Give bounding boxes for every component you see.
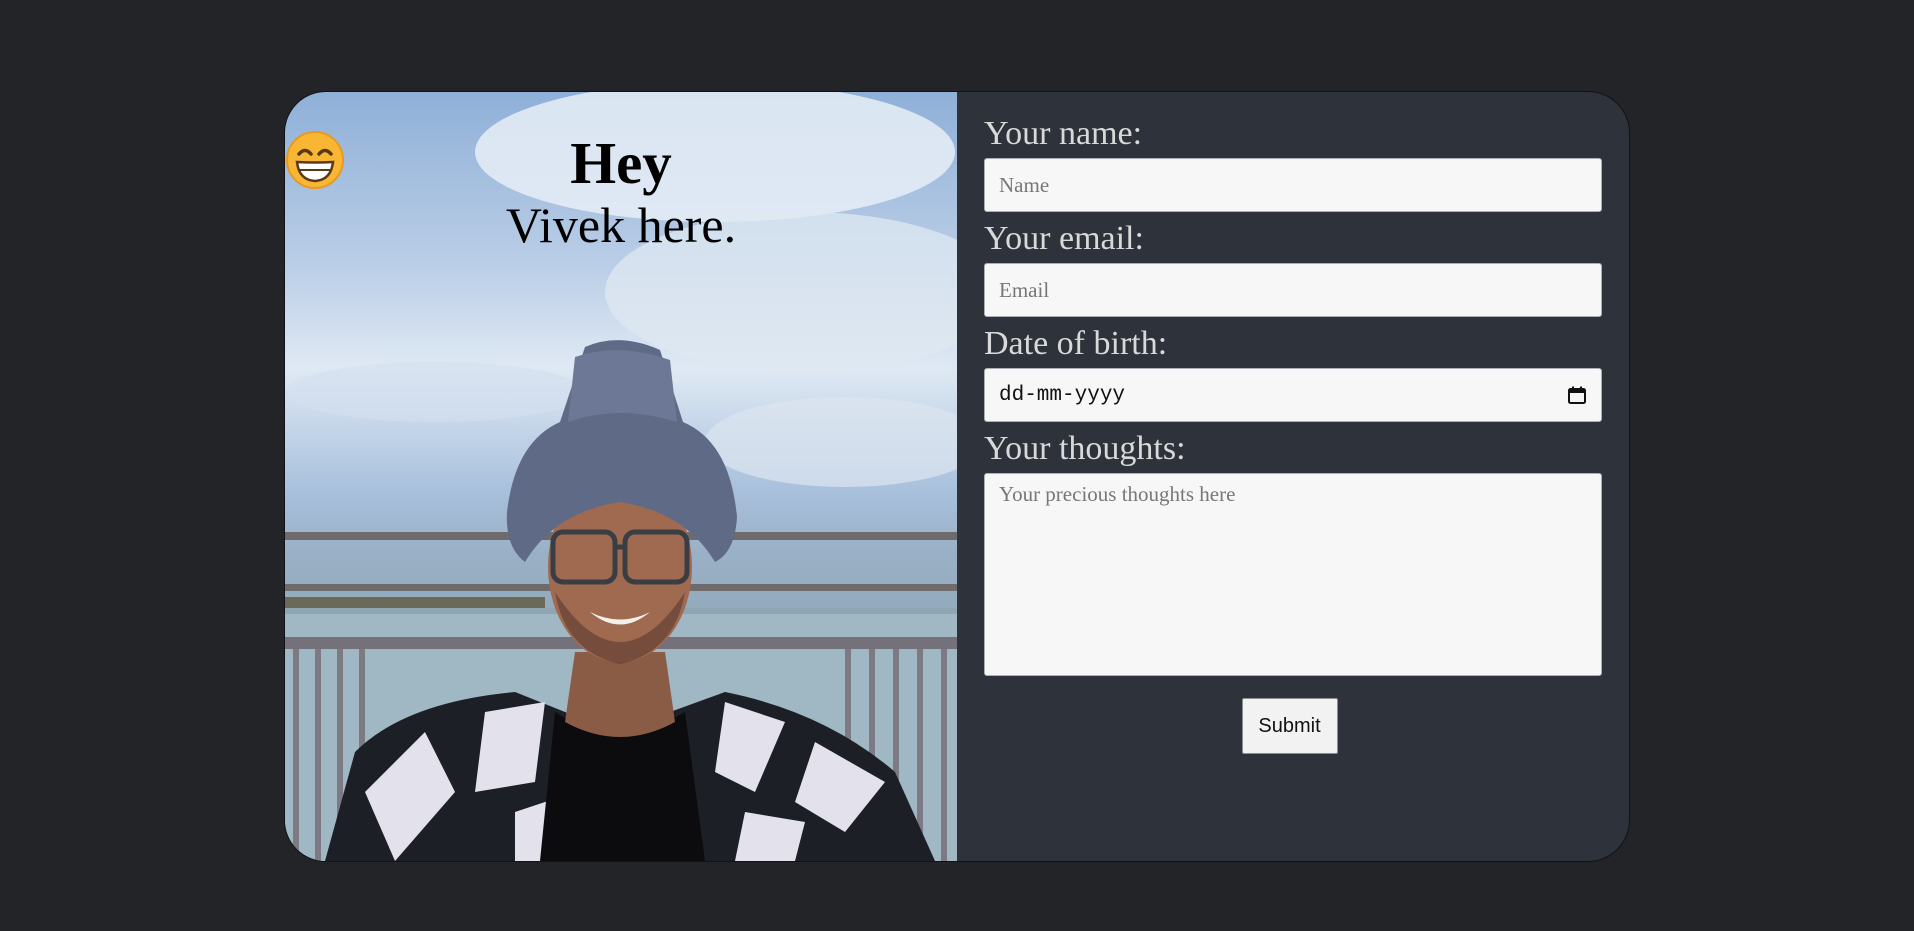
email-placeholder: Email bbox=[999, 277, 1050, 302]
email-input[interactable]: Email bbox=[984, 263, 1602, 317]
name-placeholder: Name bbox=[999, 172, 1050, 197]
dob-placeholder: dd-mm-yyyy bbox=[999, 383, 1126, 407]
submit-button[interactable]: Submit bbox=[1241, 698, 1338, 754]
greeting: Hey Vivek here. bbox=[285, 130, 957, 254]
dob-input[interactable]: dd-mm-yyyy bbox=[984, 368, 1602, 422]
greeting-text: Hey bbox=[570, 130, 672, 196]
thoughts-placeholder: Your precious thoughts here bbox=[999, 482, 1236, 506]
profile-photo: Hey Vivek here. bbox=[285, 92, 957, 861]
dob-label: Date of birth: bbox=[984, 325, 1168, 362]
submit-wrap: Submit bbox=[984, 698, 1602, 754]
thoughts-label: Your thoughts: bbox=[984, 430, 1186, 467]
greeting-subtitle: Vivek here. bbox=[505, 197, 737, 253]
contact-card: Hey Vivek here. Your name: Name Your ema… bbox=[284, 91, 1630, 862]
name-input[interactable]: Name bbox=[984, 158, 1602, 212]
name-label: Your name: bbox=[984, 115, 1143, 152]
grinning-face-icon bbox=[286, 131, 344, 189]
contact-form: Your name: Name Your email: Email Date o… bbox=[957, 92, 1629, 861]
greeting-heading: Hey bbox=[286, 130, 672, 196]
email-label: Your email: bbox=[984, 220, 1144, 257]
thoughts-textarea[interactable]: Your precious thoughts here bbox=[984, 473, 1602, 676]
calendar-icon[interactable] bbox=[1567, 385, 1587, 405]
